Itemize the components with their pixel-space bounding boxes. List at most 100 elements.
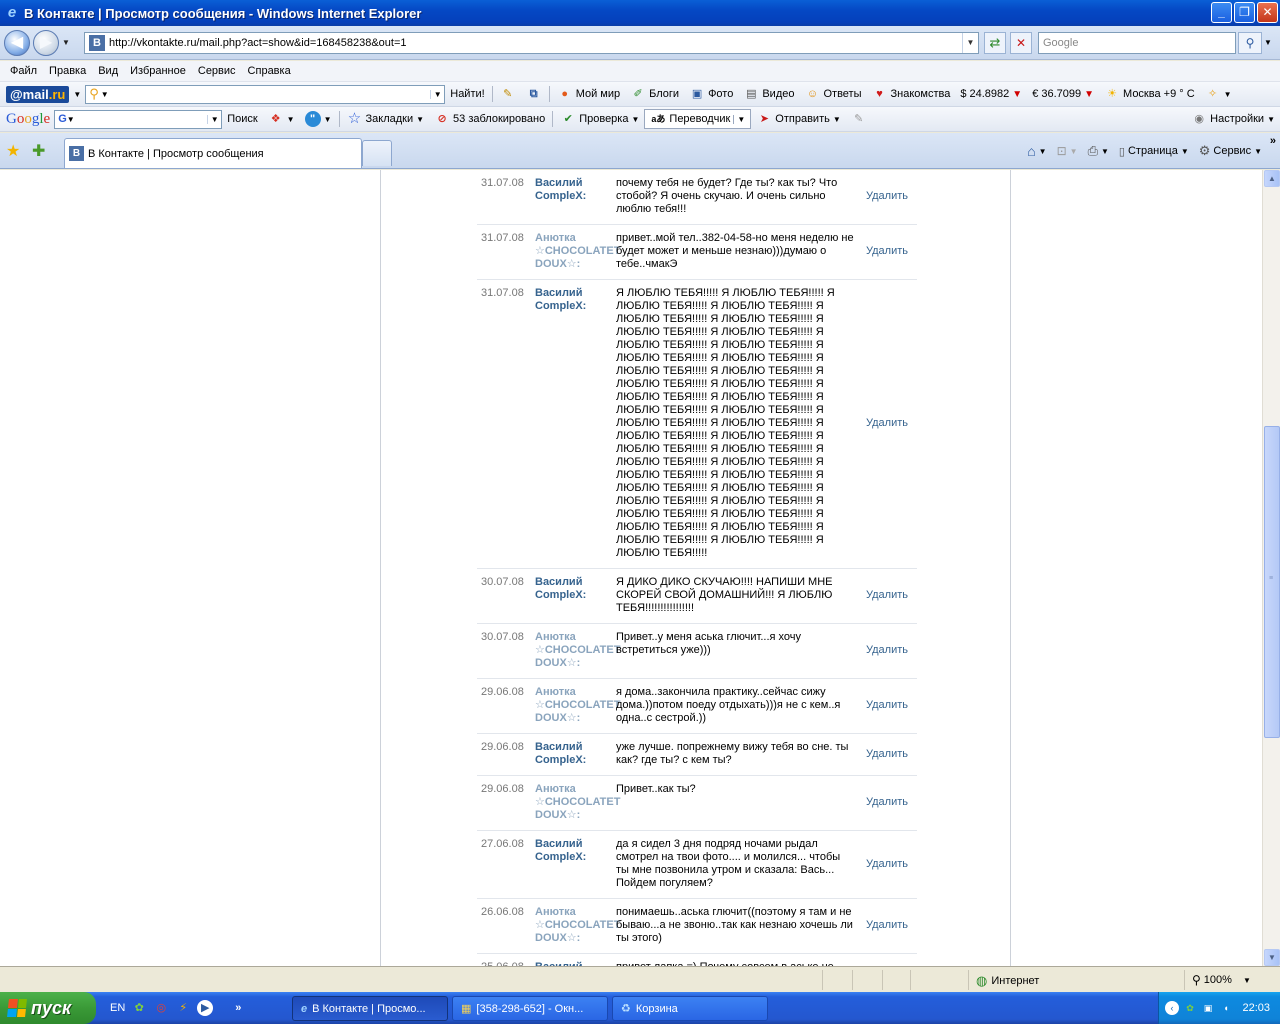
menu-favorites[interactable]: Избранное: [124, 65, 192, 77]
translate-button[interactable]: aあ Переводчик ▼: [644, 109, 752, 129]
forward-button[interactable]: ▶: [33, 30, 59, 56]
menu-file[interactable]: Файл: [4, 65, 43, 77]
quick-launch-overflow-icon[interactable]: »: [235, 1002, 241, 1014]
message-author-link[interactable]: Анютка ☆CHOCOLATET DOUX☆:: [535, 906, 620, 945]
add-favorites-icon[interactable]: ✚: [32, 141, 45, 161]
language-indicator[interactable]: EN: [110, 1002, 125, 1014]
stop-button[interactable]: ✕: [1010, 32, 1032, 54]
tray-icq-icon[interactable]: ✿: [1183, 1001, 1197, 1015]
delete-message-link[interactable]: Удалить: [862, 631, 917, 670]
delete-message-link[interactable]: Удалить: [862, 741, 917, 767]
google-logo[interactable]: Google: [6, 111, 50, 128]
message-author-link[interactable]: Анютка ☆CHOCOLATET DOUX☆:: [535, 686, 620, 725]
vertical-scrollbar[interactable]: ▲ ≡ ▼: [1262, 170, 1280, 966]
google-tools-icon[interactable]: ❖ ▼: [263, 107, 300, 131]
message-author-link[interactable]: Василий ComplеX:: [535, 741, 616, 767]
zoom-level[interactable]: ⚲ 100% ▼: [1192, 973, 1251, 987]
weather-widget[interactable]: ☀ Москва +9 ° C: [1099, 82, 1200, 106]
message-author-link[interactable]: Анютка ☆CHOCOLATET DOUX☆:: [535, 631, 620, 670]
mailru-settings-icon[interactable]: ✧ ▼: [1200, 82, 1237, 106]
popup-blocker-button[interactable]: ⊘ 53 заблокировано: [429, 107, 550, 131]
delete-message-link[interactable]: Удалить: [862, 177, 917, 216]
dating-link[interactable]: ♥ Знакомства: [867, 82, 956, 106]
clock[interactable]: 22:03: [1242, 1002, 1270, 1014]
winamp-icon[interactable]: ⚡: [175, 1000, 191, 1016]
minimize-button[interactable]: _: [1211, 2, 1232, 23]
mailru-search-input[interactable]: ⚲ ▼ ▼: [85, 84, 446, 104]
home-button[interactable]: ⌂ ▼: [1023, 140, 1050, 162]
highlight-icon[interactable]: ✎: [495, 82, 521, 106]
task-recycle-bin[interactable]: ♻ Корзина: [612, 996, 768, 1021]
spellcheck-button[interactable]: ✔ Проверка ▼: [555, 107, 644, 131]
bookmarks-button[interactable]: ☆ Закладки ▼: [342, 107, 430, 131]
search-options-dropdown[interactable]: ▼: [1264, 38, 1272, 47]
feeds-button[interactable]: ⊡ ▼: [1053, 140, 1082, 162]
google-search-dropdown[interactable]: ▼: [207, 114, 221, 124]
mailru-search-dropdown[interactable]: ▼: [430, 89, 444, 99]
scroll-down-button[interactable]: ▼: [1264, 949, 1280, 966]
delete-message-link[interactable]: Удалить: [862, 686, 917, 725]
menu-tools[interactable]: Сервис: [192, 65, 242, 77]
tray-volume-icon[interactable]: ◖: [1219, 1001, 1233, 1015]
my-world-link[interactable]: ● Мой мир: [552, 82, 625, 106]
delete-message-link[interactable]: Удалить: [862, 576, 917, 615]
message-author-link[interactable]: Анютка ☆CHOCOLATET DOUX☆:: [535, 232, 620, 271]
delete-message-link[interactable]: Удалить: [862, 287, 917, 560]
icq-icon[interactable]: ✿: [131, 1000, 147, 1016]
tray-expand-icon[interactable]: ‹: [1165, 1001, 1179, 1015]
address-url[interactable]: http://vkontakte.ru/mail.php?act=show&id…: [109, 37, 962, 49]
close-button[interactable]: ✕: [1257, 2, 1278, 23]
menu-help[interactable]: Справка: [242, 65, 297, 77]
recent-pages-dropdown[interactable]: ▼: [62, 38, 70, 47]
google-search-input[interactable]: G ▼ ▼: [54, 109, 223, 129]
message-author-link[interactable]: Василий ComplеX:: [535, 838, 616, 890]
message-author-link[interactable]: Василий ComplеX:: [535, 177, 616, 216]
photo-link[interactable]: ▣ Фото: [684, 82, 738, 106]
eur-rate[interactable]: € 36.7099 ▼: [1027, 82, 1099, 106]
task-ie-vkontakte[interactable]: e В Контакте | Просмо...: [292, 996, 448, 1021]
send-button[interactable]: ➤ Отправить ▼: [751, 107, 845, 131]
media-player-icon[interactable]: ▶: [197, 1000, 214, 1016]
task-icq-chat[interactable]: ▦ [358-298-652] - Окн...: [452, 996, 608, 1021]
refresh-button[interactable]: ⇄: [984, 32, 1006, 54]
page-search-icon[interactable]: ⧉: [521, 82, 547, 106]
address-dropdown[interactable]: ▼: [962, 33, 978, 53]
message-author-link[interactable]: Василий ComplеX:: [535, 576, 616, 615]
start-button[interactable]: пуск: [0, 992, 96, 1024]
delete-message-link[interactable]: Удалить: [862, 232, 917, 271]
google-search-button[interactable]: Поиск: [222, 107, 262, 131]
google-sidewiki-icon[interactable]: " ▼: [300, 107, 337, 131]
address-bar[interactable]: В http://vkontakte.ru/mail.php?act=show&…: [84, 32, 979, 54]
favorites-star-icon[interactable]: ★: [6, 141, 20, 161]
pencil-icon[interactable]: ✎: [846, 107, 872, 131]
menu-view[interactable]: Вид: [92, 65, 124, 77]
mailru-logo[interactable]: @mail.ru: [6, 85, 70, 103]
delete-message-link[interactable]: Удалить: [862, 783, 917, 822]
maximize-button[interactable]: ❐: [1234, 2, 1255, 23]
google-settings-button[interactable]: ◉ Настройки ▼: [1186, 107, 1280, 131]
tools-menu[interactable]: ⚙ Сервис ▼: [1195, 140, 1266, 162]
message-author-link[interactable]: Василий ComplеX:: [535, 287, 616, 560]
toolbar-overflow-icon[interactable]: »: [1270, 135, 1276, 147]
print-button[interactable]: ⎙ ▼: [1084, 140, 1113, 162]
message-author-link[interactable]: Анютка ☆CHOCOLATET DOUX☆:: [535, 783, 620, 822]
mailru-menu-dropdown[interactable]: ▼: [69, 82, 85, 106]
video-link[interactable]: ▤ Видео: [738, 82, 799, 106]
scroll-thumb[interactable]: ≡: [1264, 426, 1280, 738]
page-menu[interactable]: ▯ Страница ▼: [1115, 140, 1193, 162]
blogs-link[interactable]: ✐ Блоги: [625, 82, 684, 106]
usd-rate[interactable]: $ 24.8982 ▼: [955, 82, 1027, 106]
opera-icon[interactable]: ◎: [153, 1000, 169, 1016]
security-zone[interactable]: ◍ Интернет: [976, 973, 1039, 989]
mailru-find-button[interactable]: Найти!: [445, 82, 489, 106]
tray-network-icon[interactable]: ▣: [1201, 1001, 1215, 1015]
back-button[interactable]: ◀: [4, 30, 30, 56]
delete-message-link[interactable]: Удалить: [862, 838, 917, 890]
search-icon[interactable]: ⚲: [1238, 32, 1262, 54]
answers-link[interactable]: ☺ Ответы: [799, 82, 866, 106]
delete-message-link[interactable]: Удалить: [862, 906, 917, 945]
menu-edit[interactable]: Правка: [43, 65, 92, 77]
scroll-up-button[interactable]: ▲: [1264, 170, 1280, 187]
search-input[interactable]: Google: [1038, 32, 1236, 54]
new-tab-button[interactable]: [362, 140, 392, 166]
